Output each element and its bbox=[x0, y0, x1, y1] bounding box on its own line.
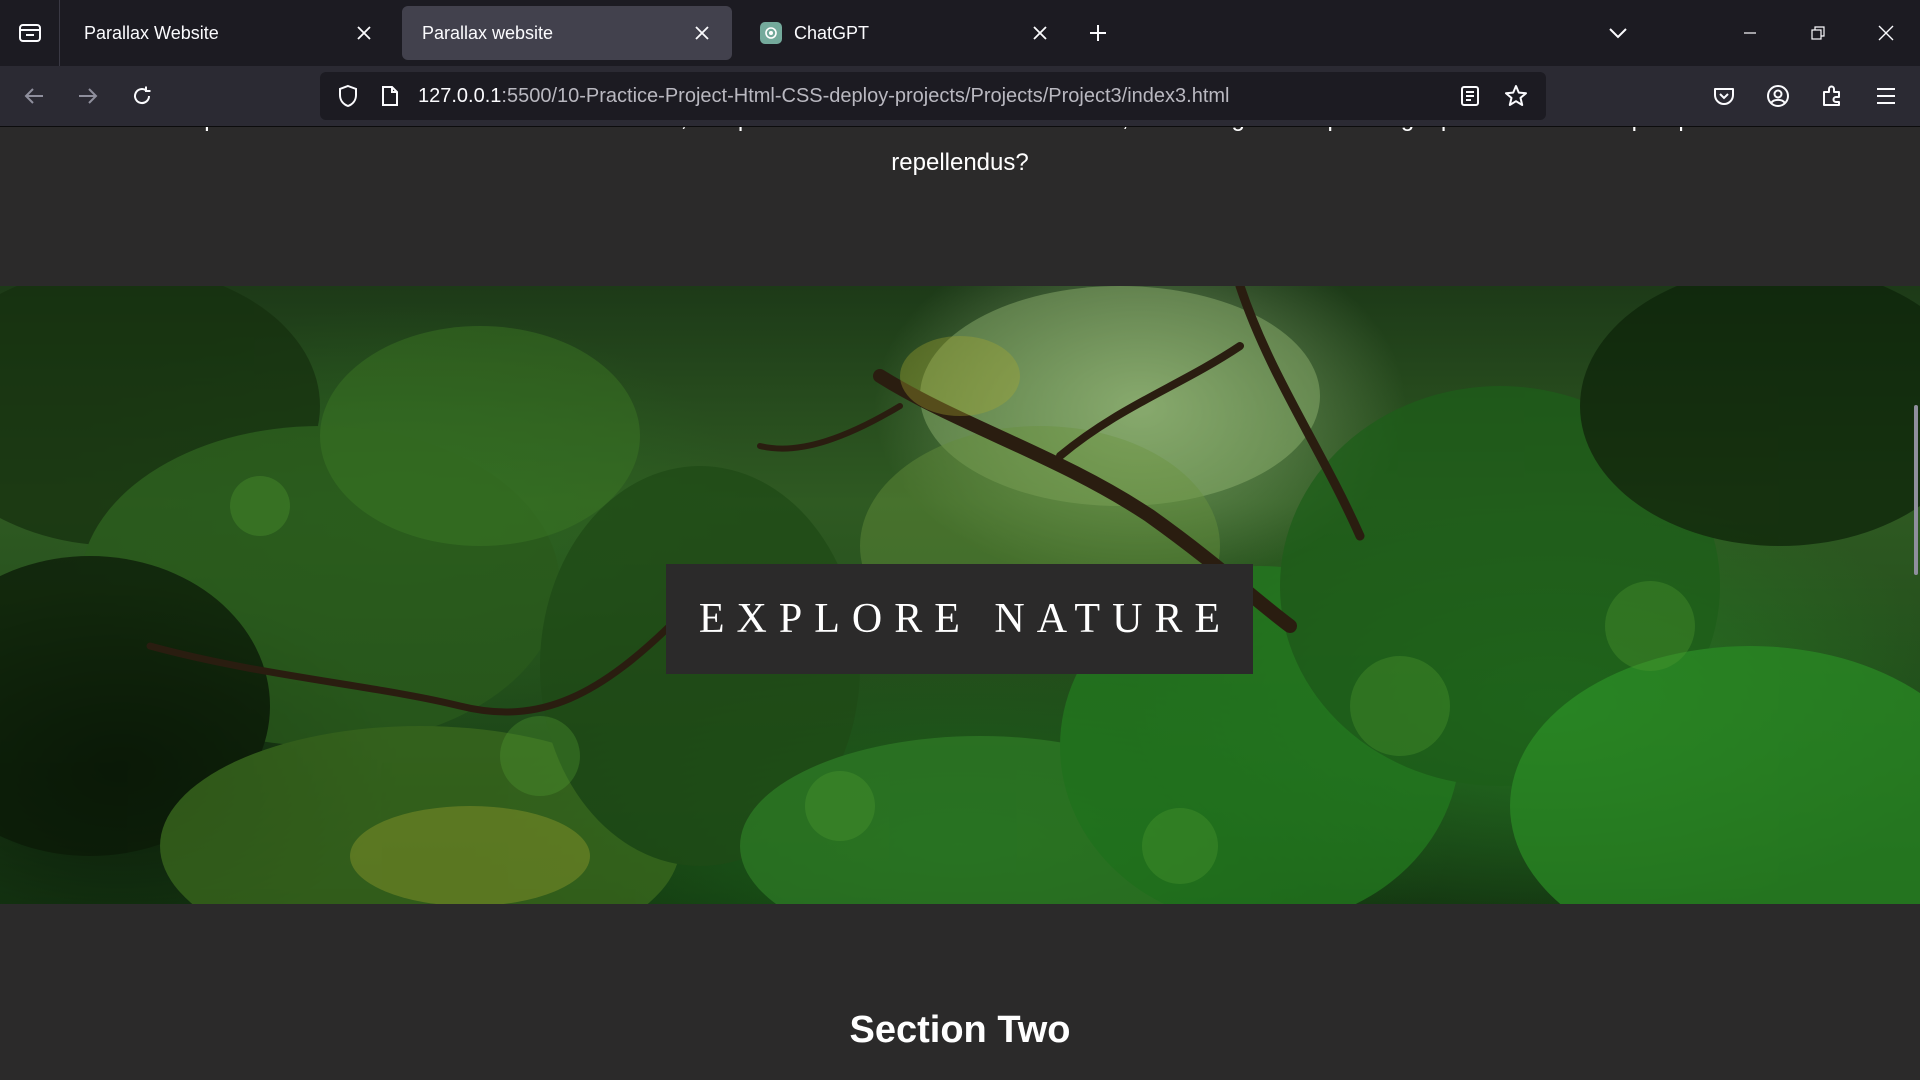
page-viewport: voluptates eos error nulla assumenda tot… bbox=[0, 127, 1920, 1080]
account-icon bbox=[1767, 85, 1789, 107]
url-host: 127.0.0.1 bbox=[418, 84, 502, 107]
reload-icon bbox=[134, 86, 151, 105]
star-icon bbox=[1505, 85, 1527, 106]
restore-icon bbox=[1811, 26, 1825, 40]
toolbar-right bbox=[1704, 72, 1906, 120]
tab-title: Parallax website bbox=[422, 22, 554, 43]
close-icon bbox=[1033, 26, 1047, 40]
parallax-hero-image: EXPLORE NATURE bbox=[0, 286, 1920, 904]
close-icon bbox=[357, 26, 371, 40]
paragraph-line: repellendus? bbox=[891, 149, 1029, 176]
chevron-down-icon bbox=[1609, 28, 1627, 39]
extensions-button[interactable] bbox=[1812, 76, 1852, 116]
chatgpt-icon bbox=[760, 22, 782, 44]
close-icon bbox=[1878, 25, 1894, 41]
plus-icon bbox=[1090, 25, 1106, 41]
minimize-icon bbox=[1744, 32, 1756, 34]
close-window-button[interactable] bbox=[1852, 0, 1920, 66]
tab-parallax-website-2[interactable]: Parallax website bbox=[402, 6, 732, 60]
app-menu-button[interactable] bbox=[1866, 76, 1906, 116]
tab-title: ChatGPT bbox=[794, 22, 870, 43]
tab-close-button[interactable] bbox=[1026, 19, 1054, 47]
url-path: :5500/10-Practice-Project-Html-CSS-deplo… bbox=[501, 84, 1230, 107]
paragraph-line: voluptates eos error nulla assumenda tot… bbox=[150, 127, 1770, 141]
back-button[interactable] bbox=[10, 72, 58, 120]
tab-close-button[interactable] bbox=[688, 19, 716, 47]
section-two-heading: Section Two bbox=[849, 1009, 1071, 1051]
firefox-view-button[interactable] bbox=[0, 0, 60, 66]
puzzle-icon bbox=[1823, 85, 1840, 106]
intro-paragraph: voluptates eos error nulla assumenda tot… bbox=[150, 127, 1770, 185]
tab-close-button[interactable] bbox=[350, 19, 378, 47]
hamburger-menu-icon bbox=[1877, 88, 1895, 104]
forward-button[interactable] bbox=[64, 72, 112, 120]
address-bar[interactable]: 127.0.0.1:5500/10-Practice-Project-Html-… bbox=[320, 72, 1546, 120]
reader-view-icon bbox=[1461, 86, 1479, 106]
tab-strip: Parallax Website Parallax website ChatGP… bbox=[0, 0, 1920, 66]
arrow-left-icon bbox=[24, 88, 43, 104]
new-tab-button[interactable] bbox=[1076, 11, 1120, 55]
tab-parallax-website-1[interactable]: Parallax Website bbox=[64, 6, 394, 60]
url-text[interactable]: 127.0.0.1:5500/10-Practice-Project-Html-… bbox=[418, 85, 1229, 108]
tab-title: Parallax Website bbox=[84, 22, 219, 43]
hero-title: EXPLORE NATURE bbox=[698, 596, 1233, 642]
reload-button[interactable] bbox=[118, 72, 166, 120]
tab-chatgpt[interactable]: ChatGPT bbox=[740, 6, 1070, 60]
list-all-tabs-button[interactable] bbox=[1596, 11, 1640, 55]
hero-title-box: EXPLORE NATURE bbox=[666, 564, 1253, 674]
restore-button[interactable] bbox=[1784, 0, 1852, 66]
tracking-protection-shield-icon[interactable] bbox=[332, 84, 364, 108]
scrollbar-thumb[interactable] bbox=[1914, 405, 1918, 575]
close-icon bbox=[695, 26, 709, 40]
navigation-toolbar: 127.0.0.1:5500/10-Practice-Project-Html-… bbox=[0, 66, 1920, 127]
minimize-button[interactable] bbox=[1716, 0, 1784, 66]
window-controls bbox=[1716, 0, 1920, 66]
bookmark-star-button[interactable] bbox=[1496, 76, 1536, 116]
account-button[interactable] bbox=[1758, 76, 1798, 116]
page-scrollbar[interactable] bbox=[1912, 127, 1920, 1080]
arrow-right-icon bbox=[79, 88, 98, 104]
reader-view-button[interactable] bbox=[1450, 76, 1490, 116]
firefox-view-icon bbox=[18, 24, 41, 42]
pocket-button[interactable] bbox=[1704, 76, 1744, 116]
page-info-icon[interactable] bbox=[374, 85, 406, 107]
pocket-icon bbox=[1714, 88, 1734, 105]
